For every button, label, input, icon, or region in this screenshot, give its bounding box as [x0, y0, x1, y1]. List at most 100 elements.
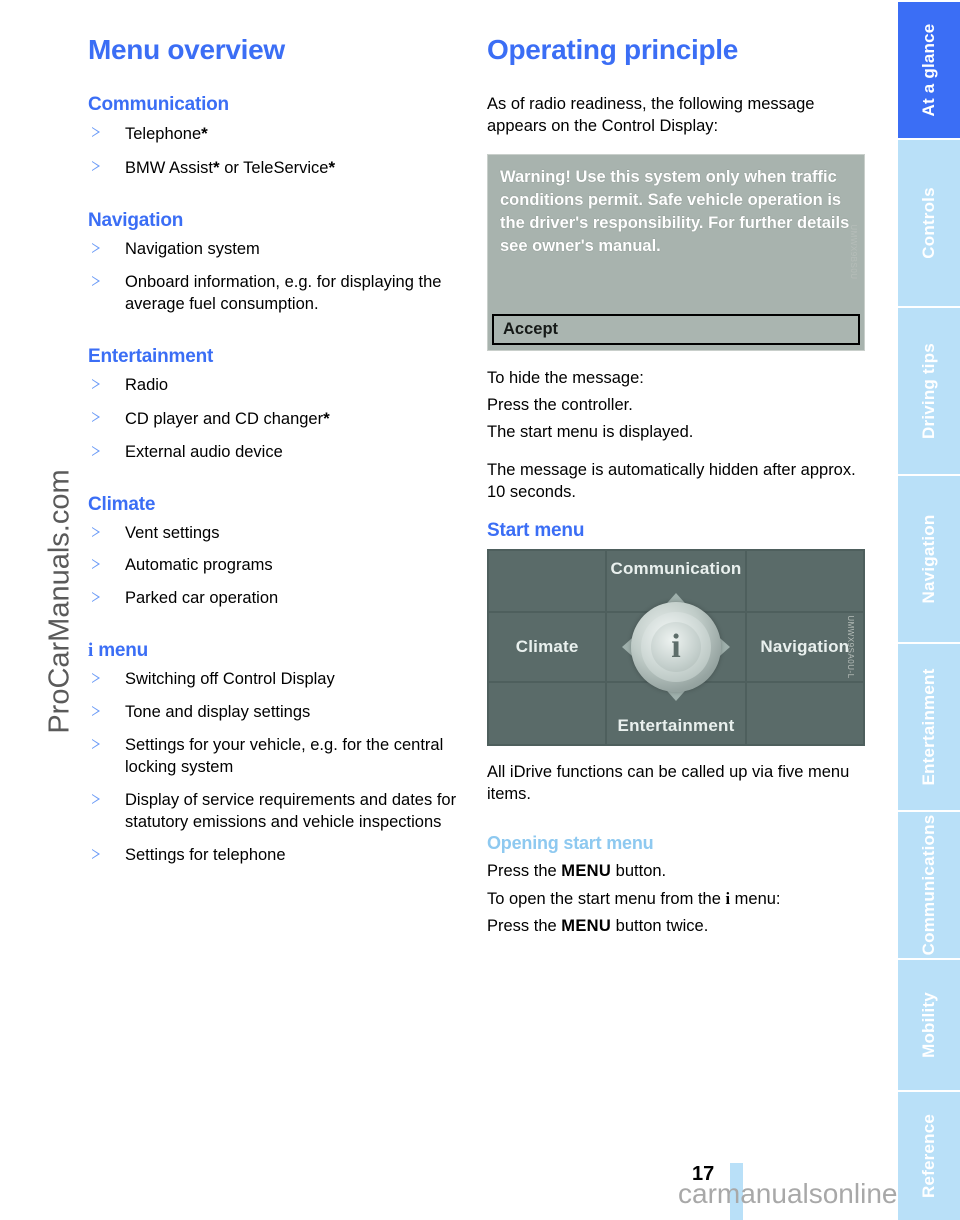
- triangle-bullet-icon: [92, 592, 100, 603]
- section-heading-start-menu: Start menu: [487, 519, 585, 541]
- page-number: 17: [692, 1163, 715, 1185]
- list-item: Vent settings: [88, 523, 468, 545]
- hide-message-line-3: The start menu is displayed.: [487, 422, 694, 441]
- watermark-bar: [730, 1163, 743, 1220]
- auto-hide-paragraph: The message is automatically hidden afte…: [487, 460, 856, 501]
- right-column: Operating principle As of radio readines…: [487, 34, 865, 954]
- sidebar-tab-controls[interactable]: Controls: [898, 138, 960, 306]
- opening-line-2-pre: To open the start menu from the: [487, 890, 726, 909]
- opening-line-3: Press the MENU button twice.: [487, 916, 865, 938]
- list-item: Automatic programs: [88, 555, 468, 577]
- triangle-bullet-icon: [92, 445, 100, 456]
- menu-button-label: MENU: [561, 917, 612, 936]
- list-item: Navigation system: [88, 239, 468, 261]
- list-item: External audio device: [88, 442, 468, 464]
- list-item-label: Settings for telephone: [125, 845, 286, 864]
- triangle-bullet-icon: [92, 378, 100, 389]
- sidebar-tab-label: Mobility: [919, 992, 938, 1058]
- sidebar-tab-navigation[interactable]: Navigation: [898, 474, 960, 642]
- section-heading-i-menu: i menu: [88, 640, 468, 662]
- triangle-bullet-icon: [92, 275, 100, 286]
- figure-reference-code: UMWX9BS0U: [848, 224, 858, 280]
- accept-button[interactable]: Accept: [492, 313, 860, 345]
- list-item-label: CD player and CD changer*: [125, 408, 330, 428]
- list-item: Radio: [88, 375, 468, 397]
- sidebar-tab-label: Navigation: [919, 514, 938, 604]
- list-item-label: Radio: [125, 375, 169, 394]
- figure-reference-code: UMWX9SA0U-L: [845, 615, 855, 679]
- list-item-label: Vent settings: [125, 523, 220, 542]
- start-menu-cell-center: [607, 613, 745, 681]
- triangle-bullet-icon: [92, 739, 100, 750]
- start-menu-note: All iDrive functions can be called up vi…: [487, 762, 850, 803]
- section-heading-label: menu: [98, 640, 149, 662]
- start-menu-cell-communication[interactable]: Communication: [607, 550, 745, 612]
- list-item: BMW Assist* or TeleService*: [88, 157, 468, 180]
- triangle-bullet-icon: [92, 706, 100, 717]
- section-heading-climate: Climate: [88, 493, 156, 515]
- triangle-bullet-icon: [92, 673, 100, 684]
- sidebar-tab-label: Entertainment: [919, 668, 938, 786]
- sidebar-tab-at-a-glance[interactable]: At a glance: [898, 0, 960, 138]
- list-item-label: Onboard information, e.g. for displaying…: [125, 272, 442, 313]
- left-column: Menu overview Communication Telephone* B…: [88, 34, 468, 878]
- menu-button-label: MENU: [561, 862, 612, 881]
- list-item-label: Telephone*: [125, 124, 208, 143]
- sidebar-tab-label: Communications: [919, 814, 938, 956]
- list-item-label: Settings for your vehicle, e.g. for the …: [125, 736, 444, 777]
- sidebar-tab-label: Reference: [919, 1113, 938, 1199]
- list-item-label: Switching off Control Display: [125, 670, 335, 689]
- list-item: Telephone*: [88, 123, 468, 146]
- sidebar-tab-driving-tips[interactable]: Driving tips: [898, 306, 960, 474]
- list-item: Tone and display settings: [88, 702, 468, 724]
- page-title-operating-principle: Operating principle: [487, 34, 739, 65]
- triangle-bullet-icon: [92, 411, 100, 422]
- triangle-bullet-icon: [92, 526, 100, 537]
- page-title: Menu overview: [88, 34, 285, 65]
- start-menu-cell-empty-br: [746, 682, 863, 744]
- list-item: Parked car operation: [88, 588, 468, 610]
- start-menu-cell-climate[interactable]: Climate: [489, 613, 606, 681]
- triangle-bullet-icon: [92, 848, 100, 859]
- opening-line-1-post: button.: [611, 862, 667, 881]
- opening-line-2: To open the start menu from the i menu:: [487, 888, 865, 911]
- section-heading-entertainment: Entertainment: [88, 345, 214, 367]
- warning-message-text: Warning! Use this system only when traff…: [500, 167, 850, 256]
- list-item: Switching off Control Display: [88, 669, 468, 691]
- section-heading-communication: Communication: [88, 94, 229, 115]
- start-menu-cell-empty-bl: [489, 682, 606, 744]
- subsection-heading-opening-start-menu: Opening start menu: [487, 833, 654, 854]
- triangle-bullet-icon: [92, 242, 100, 253]
- list-item: Display of service requirements and date…: [88, 790, 468, 834]
- triangle-bullet-icon: [92, 559, 100, 570]
- start-menu-figure: Communication Climate Navigation Enterta…: [487, 548, 865, 746]
- list-item-label: Navigation system: [125, 239, 260, 258]
- triangle-bullet-icon: [92, 127, 100, 137]
- bullet-list-communication: Telephone* BMW Assist* or TeleService*: [88, 123, 468, 180]
- triangle-bullet-icon: [92, 794, 100, 805]
- list-item-label: Tone and display settings: [125, 703, 311, 722]
- sidebar-tab-label: Driving tips: [919, 343, 938, 439]
- sidebar-tab-label: Controls: [919, 187, 938, 259]
- start-menu-grid: Communication Climate Navigation Enterta…: [487, 549, 865, 746]
- sidebar-tab-mobility[interactable]: Mobility: [898, 958, 960, 1090]
- triangle-bullet-icon: [92, 160, 100, 171]
- bullet-list-navigation: Navigation system Onboard information, e…: [88, 239, 468, 316]
- opening-line-1-pre: Press the: [487, 862, 562, 881]
- watermark-procarmanuals: ProCarManuals.com: [43, 469, 76, 734]
- section-heading-navigation: Navigation: [88, 209, 184, 231]
- list-item: Settings for telephone: [88, 845, 468, 867]
- opening-line-3-post: button twice.: [611, 917, 709, 936]
- list-item: Settings for your vehicle, e.g. for the …: [88, 735, 468, 779]
- sidebar-tab-reference[interactable]: Reference: [898, 1090, 960, 1220]
- bullet-list-i-menu: Switching off Control Display Tone and d…: [88, 669, 468, 867]
- info-i-icon: i: [88, 640, 94, 662]
- start-menu-cell-empty-tl: [489, 550, 606, 612]
- start-menu-cell-entertainment[interactable]: Entertainment: [607, 682, 745, 744]
- list-item-label: Automatic programs: [125, 556, 273, 575]
- sidebar-tabs: At a glance Controls Driving tips Navigatio…: [898, 0, 960, 1220]
- list-item-label: BMW Assist* or TeleService*: [125, 157, 336, 177]
- sidebar-tab-entertainment[interactable]: Entertainment: [898, 642, 960, 810]
- sidebar-tab-communications[interactable]: Communications: [898, 810, 960, 958]
- list-item-label: Parked car operation: [125, 589, 279, 608]
